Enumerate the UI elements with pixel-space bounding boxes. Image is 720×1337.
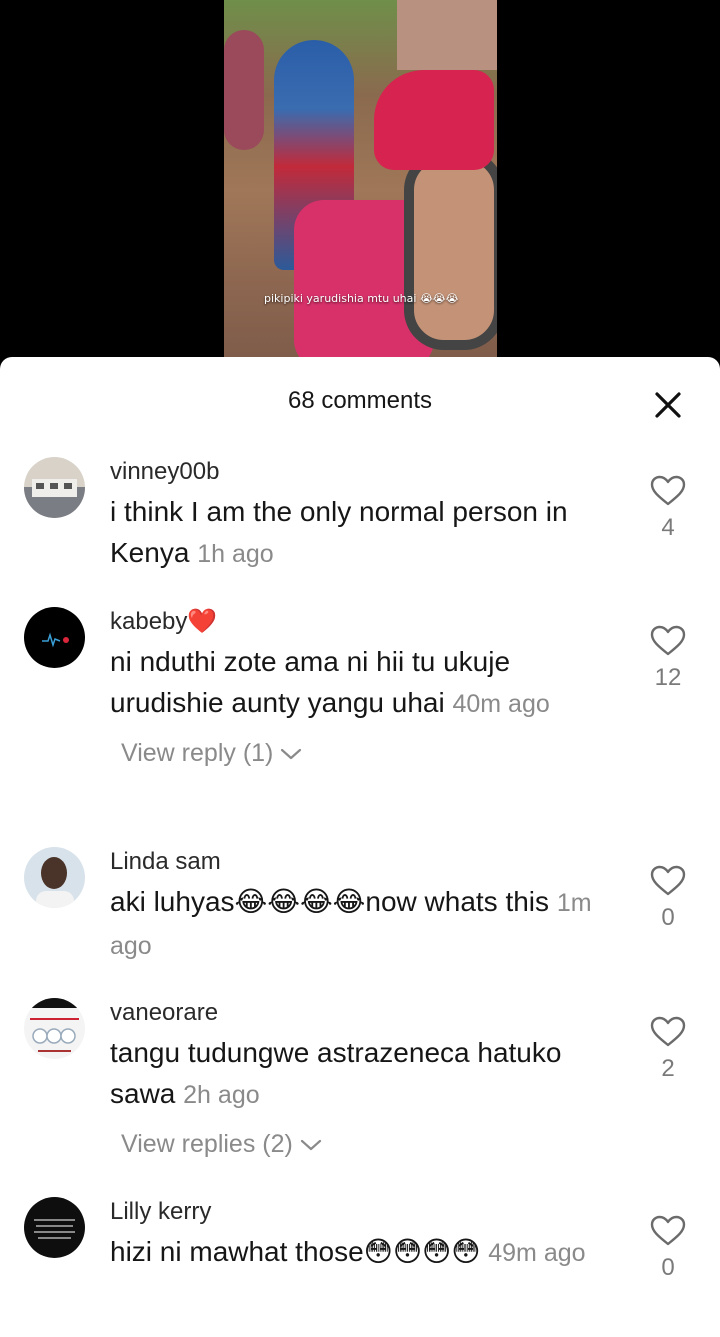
- video-caption: pikipiki yarudishia mtu uhai 😭😭😭: [264, 292, 459, 305]
- comment-username[interactable]: vinney00b: [110, 457, 620, 487]
- comment-time: 1h ago: [197, 540, 274, 568]
- like-count: 0: [661, 1254, 675, 1281]
- like-count: 2: [661, 1055, 675, 1082]
- comment-body: tangu tudungwe astrazeneca hatuko sawa: [110, 1037, 562, 1109]
- comment-username[interactable]: Linda sam: [110, 847, 620, 877]
- like-count: 12: [654, 664, 682, 691]
- avatar-image: [24, 1197, 85, 1258]
- close-button[interactable]: [654, 391, 682, 419]
- comment-body: hizi ni mawhat those😳😳😳😳: [110, 1236, 481, 1267]
- video-thumbnail: pikipiki yarudishia mtu uhai 😭😭😭: [224, 0, 497, 380]
- avatar-image: [24, 457, 85, 518]
- comment-text: hizi ni mawhat those😳😳😳😳 49m ago: [110, 1231, 620, 1274]
- comment-body: i think I am the only normal person in K…: [110, 496, 568, 568]
- heart-outline-icon: [650, 475, 686, 506]
- heart-outline-icon: [650, 625, 686, 656]
- avatar[interactable]: [24, 607, 85, 668]
- like-button[interactable]: 0: [650, 865, 686, 932]
- chevron-down-icon: [300, 1139, 321, 1150]
- comments-header: 68 comments: [0, 357, 720, 447]
- avatar[interactable]: [24, 847, 85, 908]
- comment-time: 40m ago: [452, 690, 550, 718]
- comments-sheet: 68 comments vinney00b i think I am the o…: [0, 357, 720, 1337]
- avatar[interactable]: [24, 457, 85, 518]
- heart-outline-icon: [650, 1016, 686, 1047]
- comment-username[interactable]: kabeby❤️: [110, 607, 620, 637]
- comment-body: aki luhyas😂😂😂😂now whats this: [110, 886, 550, 917]
- comment-text: i think I am the only normal person in K…: [110, 491, 620, 575]
- view-replies-button[interactable]: View replies (2): [121, 1130, 620, 1159]
- comment-username[interactable]: vaneorare: [110, 998, 620, 1028]
- avatar-image: [24, 607, 85, 668]
- like-count: 0: [661, 904, 675, 931]
- avatar[interactable]: [24, 1197, 85, 1258]
- like-count: 4: [661, 514, 675, 541]
- avatar-image: [24, 998, 85, 1059]
- video-player[interactable]: pikipiki yarudishia mtu uhai 😭😭😭: [0, 0, 720, 380]
- view-replies-label: View replies (2): [121, 1130, 293, 1158]
- like-button[interactable]: 0: [650, 1215, 686, 1282]
- avatar-image: [24, 847, 85, 908]
- comment-time: 2h ago: [183, 1081, 260, 1109]
- comment-body: ni nduthi zote ama ni hii tu ukuje urudi…: [110, 646, 511, 718]
- like-button[interactable]: 4: [650, 475, 686, 542]
- comment-text: aki luhyas😂😂😂😂now whats this 1m ago: [110, 881, 620, 967]
- heart-outline-icon: [650, 1215, 686, 1246]
- comment-username[interactable]: Lilly kerry: [110, 1197, 620, 1227]
- comment-text: ni nduthi zote ama ni hii tu ukuje urudi…: [110, 641, 620, 725]
- view-replies-label: View reply (1): [121, 739, 274, 767]
- heart-outline-icon: [650, 865, 686, 896]
- close-icon: [655, 392, 681, 418]
- chevron-down-icon: [281, 748, 302, 759]
- like-button[interactable]: 2: [650, 1016, 686, 1083]
- comment-time: 49m ago: [488, 1239, 586, 1267]
- view-replies-button[interactable]: View reply (1): [121, 739, 620, 768]
- like-button[interactable]: 12: [650, 625, 686, 692]
- avatar[interactable]: [24, 998, 85, 1059]
- comments-count-title: 68 comments: [287, 387, 433, 414]
- comment-text: tangu tudungwe astrazeneca hatuko sawa 2…: [110, 1032, 620, 1116]
